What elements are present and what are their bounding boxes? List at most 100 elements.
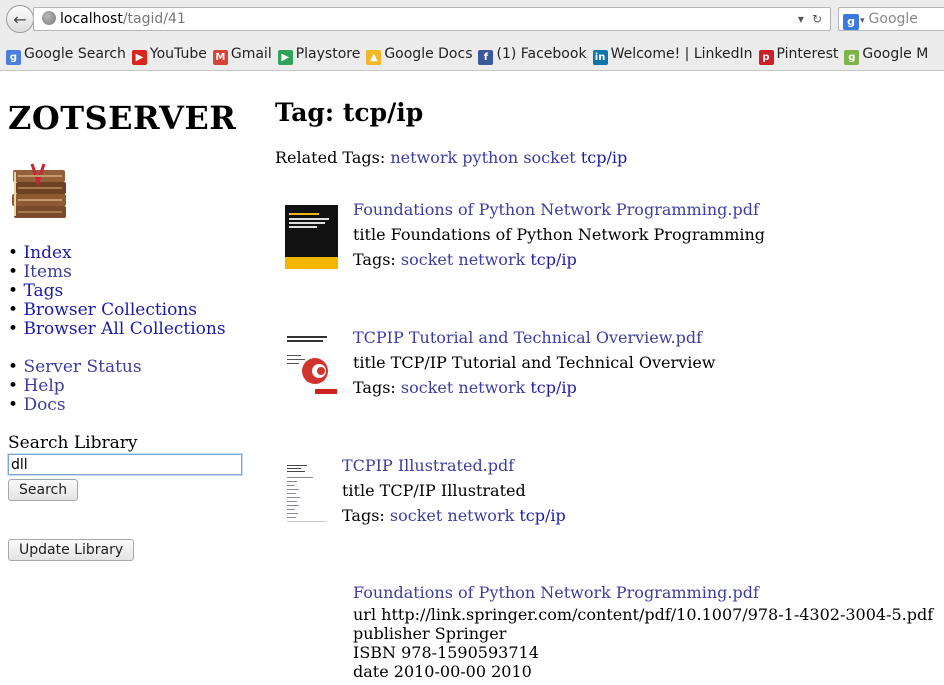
book-cover-thumbnail[interactable] <box>285 205 338 269</box>
nav-item-browser-all-collections: Browser All Collections <box>8 320 258 339</box>
item-tag-network[interactable]: network <box>447 506 514 525</box>
search-library-label: Search Library <box>8 433 138 453</box>
nav-link-tags[interactable]: Tags <box>23 281 63 301</box>
bookmark-item[interactable]: in Welcome! | LinkedIn <box>592 38 753 70</box>
detail-publisher: publisher Springer <box>353 624 507 643</box>
linkedin-icon: in <box>592 50 608 65</box>
dropdown-arrow-icon[interactable]: ▾ <box>798 12 804 26</box>
nav-link-server-status[interactable]: Server Status <box>23 357 141 377</box>
item-tag-tcpip[interactable]: tcp/ip <box>530 378 576 397</box>
bookmark-item[interactable]: p Pinterest <box>758 38 839 70</box>
related-tag-network[interactable]: network <box>390 148 457 167</box>
back-button[interactable]: ← <box>6 5 34 33</box>
nav-link-index[interactable]: Index <box>23 243 71 263</box>
nav-item-docs: Docs <box>8 396 258 415</box>
related-tag-tcpip[interactable]: tcp/ip <box>581 148 627 167</box>
item-tag-network[interactable]: network <box>458 378 525 397</box>
item-file-link[interactable]: TCPIP Tutorial and Technical Overview.pd… <box>353 328 702 347</box>
back-arrow-icon: ← <box>13 9 27 29</box>
engine-dropdown-icon[interactable]: ▾ <box>860 16 865 26</box>
bookmark-label: Pinterest <box>776 46 839 62</box>
bookmark-label: Google M <box>862 46 929 62</box>
sidebar: ZOTSERVER Index Items Tags Browser Colle… <box>7 96 258 561</box>
item-tags: Tags: socket network tcp/ip <box>353 378 577 397</box>
item-file-link[interactable]: TCPIP Illustrated.pdf <box>342 456 514 475</box>
related-tags-label: Related Tags: <box>275 148 386 167</box>
nav-link-docs[interactable]: Docs <box>23 395 65 415</box>
bookmark-label: Gmail <box>230 46 272 62</box>
bookmarks-bar: g Google Search ▶ YouTube M Gmail ▶ Playstore ▲ G… <box>0 38 944 71</box>
detail-file-link[interactable]: Foundations of Python Network Programmin… <box>353 580 933 605</box>
main-content: Tag: tcp/ip Related Tags: network python… <box>275 96 944 681</box>
related-tag-socket[interactable]: socket <box>523 148 575 167</box>
bookmark-label: Google Docs <box>384 46 473 62</box>
nav-item-items: Items <box>8 263 258 282</box>
page-title: Tag: tcp/ip <box>275 98 424 127</box>
youtube-icon: ▶ <box>131 50 147 65</box>
bookmark-item[interactable]: ▶ YouTube <box>131 38 207 70</box>
facebook-icon: f <box>478 50 494 65</box>
nav-item-server-status: Server Status <box>8 358 258 377</box>
url-path: /tagid/41 <box>122 11 186 27</box>
nav-item-browser-collections: Browser Collections <box>8 301 258 320</box>
nav-link-items[interactable]: Items <box>23 262 71 282</box>
update-library-button[interactable]: Update Library <box>8 539 135 561</box>
nav-item-index: Index <box>8 244 258 263</box>
gmail-icon: M <box>212 50 228 65</box>
item-tag-socket[interactable]: socket <box>390 506 442 525</box>
item-tags-label: Tags: <box>353 250 396 269</box>
item-title-text: title Foundations of Python Network Prog… <box>353 225 766 244</box>
bookmark-label: Google Search <box>24 46 126 62</box>
search-engine-box[interactable]: g ▾ Google <box>838 7 944 31</box>
bookmark-item[interactable]: M Gmail <box>212 38 272 70</box>
pinterest-icon: p <box>758 50 774 65</box>
book-cover-thumbnail[interactable] <box>285 461 327 525</box>
item-file-link[interactable]: Foundations of Python Network Programmin… <box>353 200 759 219</box>
item-tags: Tags: socket network tcp/ip <box>342 506 566 525</box>
item-title-text: title TCP/IP Tutorial and Technical Over… <box>353 353 716 372</box>
search-library-input[interactable] <box>7 453 243 476</box>
bookmark-label: Playstore <box>295 46 361 62</box>
bookmark-label: Welcome! | LinkedIn <box>610 46 753 62</box>
bookmark-item[interactable]: g Google Search <box>6 38 126 70</box>
related-tag-python[interactable]: python <box>462 148 518 167</box>
bookmark-item[interactable]: g Google M <box>844 38 929 70</box>
site-title: ZOTSERVER <box>8 99 237 137</box>
item-title-text: title TCP/IP Illustrated <box>342 481 526 500</box>
bookmark-item[interactable]: ▲ Google Docs <box>366 38 473 70</box>
nav-link-browser-collections[interactable]: Browser Collections <box>23 300 197 320</box>
item-tag-tcpip[interactable]: tcp/ip <box>519 506 565 525</box>
item-tags: Tags: socket network tcp/ip <box>353 250 577 269</box>
google-engine-icon[interactable]: g <box>843 14 859 30</box>
books-logo-icon <box>8 160 72 224</box>
url-host: localhost <box>60 11 123 27</box>
bookmark-item[interactable]: f (1) Facebook <box>478 38 587 70</box>
bookmark-label: YouTube <box>149 46 207 62</box>
detail-url: url http://link.springer.com/content/pdf… <box>353 605 934 624</box>
item-tags-label: Tags: <box>342 506 385 525</box>
item-tag-tcpip[interactable]: tcp/ip <box>530 250 576 269</box>
browser-toolbar: ← localhost/tagid/41 ▾ ↻ g ▾ Google <box>0 0 944 38</box>
item-tag-socket[interactable]: socket <box>401 250 453 269</box>
nav-link-help[interactable]: Help <box>23 376 64 396</box>
main-nav: Index Items Tags Browser Collections Bro… <box>8 244 258 339</box>
item-detail: Foundations of Python Network Programmin… <box>353 580 933 681</box>
reload-icon[interactable]: ↻ <box>812 12 822 26</box>
search-button[interactable]: Search <box>8 479 79 501</box>
related-tags: Related Tags: network python socket tcp/… <box>275 147 944 169</box>
book-cover-thumbnail[interactable] <box>285 333 338 397</box>
search-engine-placeholder: Google <box>868 11 918 27</box>
detail-date: date 2010-00-00 2010 <box>353 662 532 681</box>
google-maps-icon: g <box>844 50 860 65</box>
nav-item-tags: Tags <box>8 282 258 301</box>
detail-isbn: ISBN 978-1590593714 <box>353 643 539 662</box>
item-tag-socket[interactable]: socket <box>401 378 453 397</box>
globe-icon <box>42 11 56 25</box>
nav-link-browser-all-collections[interactable]: Browser All Collections <box>23 319 225 339</box>
bookmark-item[interactable]: ▶ Playstore <box>277 38 361 70</box>
item-tags-label: Tags: <box>353 378 396 397</box>
google-drive-icon: ▲ <box>366 50 382 65</box>
address-bar[interactable]: localhost/tagid/41 ▾ ↻ <box>33 7 831 31</box>
item-tag-network[interactable]: network <box>458 250 525 269</box>
playstore-icon: ▶ <box>277 50 293 65</box>
